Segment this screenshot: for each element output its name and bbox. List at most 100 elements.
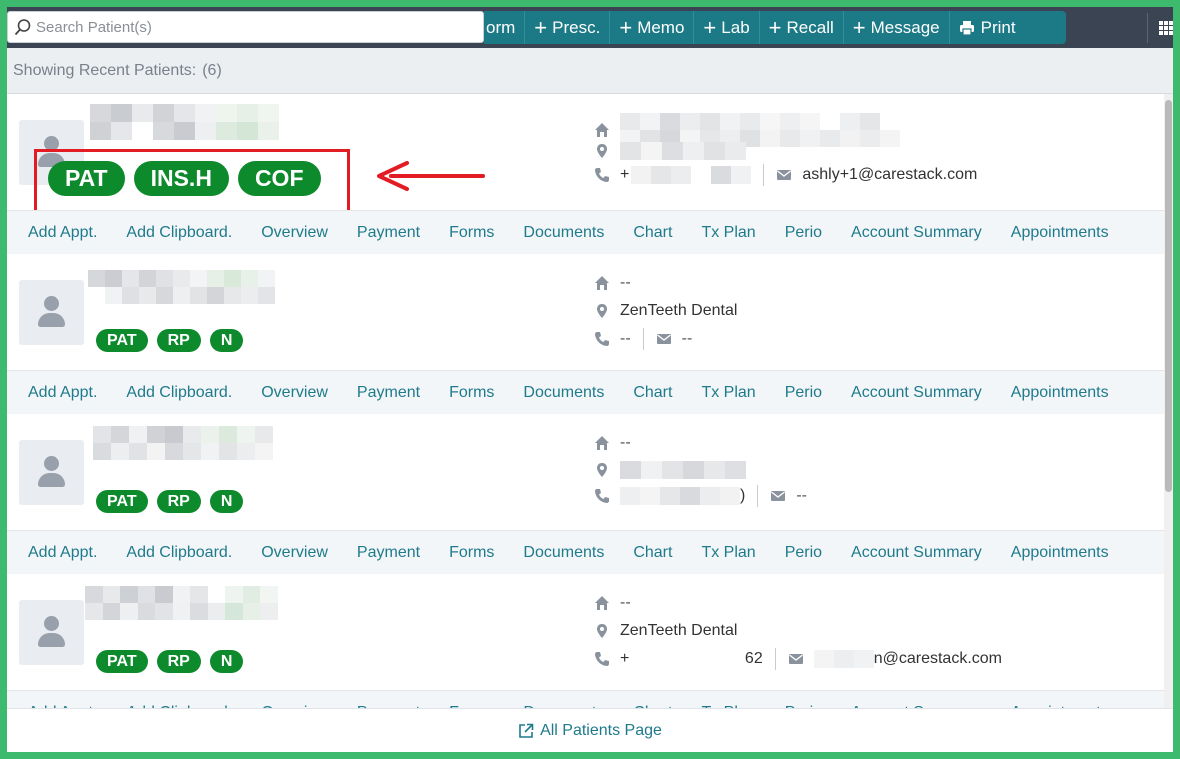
redacted-name [90,104,300,140]
badge-group: PAT RP N [96,650,244,673]
add-clipboard-link[interactable]: Add Clipboard. [126,384,232,402]
tx-plan-link[interactable]: Tx Plan [701,384,755,402]
avatar[interactable] [19,440,84,505]
overview-link[interactable]: Overview [261,224,328,242]
add-lab-button[interactable]: + Lab [694,11,760,44]
add-clipboard-link[interactable]: Add Clipboard. [126,544,232,562]
home-icon [594,595,610,611]
annotation-arrow-icon [377,161,485,191]
search-icon [14,18,32,36]
all-patients-link[interactable]: All Patients Page [518,722,662,740]
patient-card: PAT RP N -- ZenTeeth Dental -- -- Add Ap… [7,254,1164,414]
status-badge[interactable]: N [209,329,244,352]
forms-link[interactable]: Forms [449,224,494,242]
patient-card: PAT RP N --) -- Add Appt. Add Clipboard… [7,414,1164,574]
print-label: Print [980,17,1016,37]
app-frame: orm +Presc. +Memo +Lab +Recall +Message … [7,7,1173,752]
documents-link[interactable]: Documents [523,544,604,562]
status-badge[interactable]: RP [156,650,201,673]
chart-link[interactable]: Chart [633,544,672,562]
add-prescription-button[interactable]: + Presc. [525,11,611,44]
form-button-label: orm [486,17,516,37]
redacted-name [93,426,291,460]
add-message-button[interactable]: + Message [844,11,950,44]
phone-icon [594,331,610,347]
add-recall-button[interactable]: + Recall [760,11,844,44]
contact-info: -- ZenTeeth Dental + 62 n@carestack.com [594,574,1154,690]
redacted-email [813,650,874,668]
contact-info: + ashly+1@carestack.com [594,94,1154,210]
phone-icon [594,651,610,667]
payment-link[interactable]: Payment [357,544,420,562]
chart-link[interactable]: Chart [633,224,672,242]
phone-icon [594,167,610,183]
add-clipboard-link[interactable]: Add Clipboard. [126,224,232,242]
appointments-link[interactable]: Appointments [1011,544,1109,562]
plus-icon: + [852,14,866,40]
payment-link[interactable]: Payment [357,224,420,242]
status-badge[interactable]: PAT [96,650,148,673]
documents-link[interactable]: Documents [523,384,604,402]
email-address[interactable]: ashly+1@carestack.com [802,166,977,184]
lab-label: Lab [721,17,750,37]
tx-plan-link[interactable]: Tx Plan [701,544,755,562]
status-badge[interactable]: RP [156,490,201,513]
forms-link[interactable]: Forms [449,384,494,402]
email-address[interactable]: n@carestack.com [874,650,1002,668]
phone-number: + [620,166,630,183]
documents-link[interactable]: Documents [523,224,604,242]
patient-search[interactable] [7,11,484,43]
prescription-label: Presc. [552,17,601,37]
overview-link[interactable]: Overview [261,384,328,402]
status-badge[interactable]: PAT [96,329,148,352]
appointments-link[interactable]: Appointments [1011,384,1109,402]
perio-link[interactable]: Perio [785,384,822,402]
all-patients-label: All Patients Page [540,721,662,739]
recent-patients-count: (6) [202,61,222,79]
avatar[interactable] [19,600,84,665]
add-appointment-link[interactable]: Add Appt. [28,384,97,402]
perio-link[interactable]: Perio [785,544,822,562]
plus-icon: + [768,14,782,40]
status-badge[interactable]: N [209,650,244,673]
avatar[interactable] [19,280,84,345]
annotation-highlight-box [34,149,350,215]
chart-link[interactable]: Chart [633,384,672,402]
add-memo-button[interactable]: + Memo [610,11,695,44]
top-bar: orm +Presc. +Memo +Lab +Recall +Message … [7,7,1173,48]
list-footer: All Patients Page [7,708,1173,752]
overview-link[interactable]: Overview [261,544,328,562]
perio-link[interactable]: Perio [785,224,822,242]
phone-number: -- [620,330,631,347]
phone-number: + 62 [620,650,763,667]
status-badge[interactable]: N [209,490,244,513]
search-input[interactable] [36,18,466,36]
status-badge[interactable]: PAT [96,490,148,513]
scrollbar-thumb[interactable] [1165,100,1172,492]
forms-link[interactable]: Forms [449,544,494,562]
account-summary-link[interactable]: Account Summary [851,544,982,562]
redacted-location [620,142,746,160]
email-address: -- [796,487,807,504]
patient-actions: Add Appt. Add Clipboard. Overview Paymen… [7,530,1164,574]
status-badge[interactable]: RP [156,329,201,352]
practice-location: ZenTeeth Dental [620,622,738,639]
appointments-link[interactable]: Appointments [1011,224,1109,242]
account-summary-link[interactable]: Account Summary [851,224,982,242]
print-button[interactable]: Print [950,11,1025,44]
redacted-name [88,270,292,304]
tx-plan-link[interactable]: Tx Plan [701,224,755,242]
patient-actions: Add Appt. Add Clipboard. Overview Paymen… [7,210,1164,254]
plus-icon: + [619,14,633,40]
account-summary-link[interactable]: Account Summary [851,384,982,402]
contact-info: -- ZenTeeth Dental -- -- [594,254,1154,370]
message-label: Message [870,17,940,37]
divider [757,485,759,507]
add-appointment-link[interactable]: Add Appt. [28,544,97,562]
add-appointment-link[interactable]: Add Appt. [28,224,97,242]
payment-link[interactable]: Payment [357,384,420,402]
external-link-icon [518,723,534,739]
apps-grid-icon[interactable] [1159,21,1173,35]
form-button[interactable]: orm [484,11,526,44]
list-scrollbar[interactable] [1164,94,1173,708]
